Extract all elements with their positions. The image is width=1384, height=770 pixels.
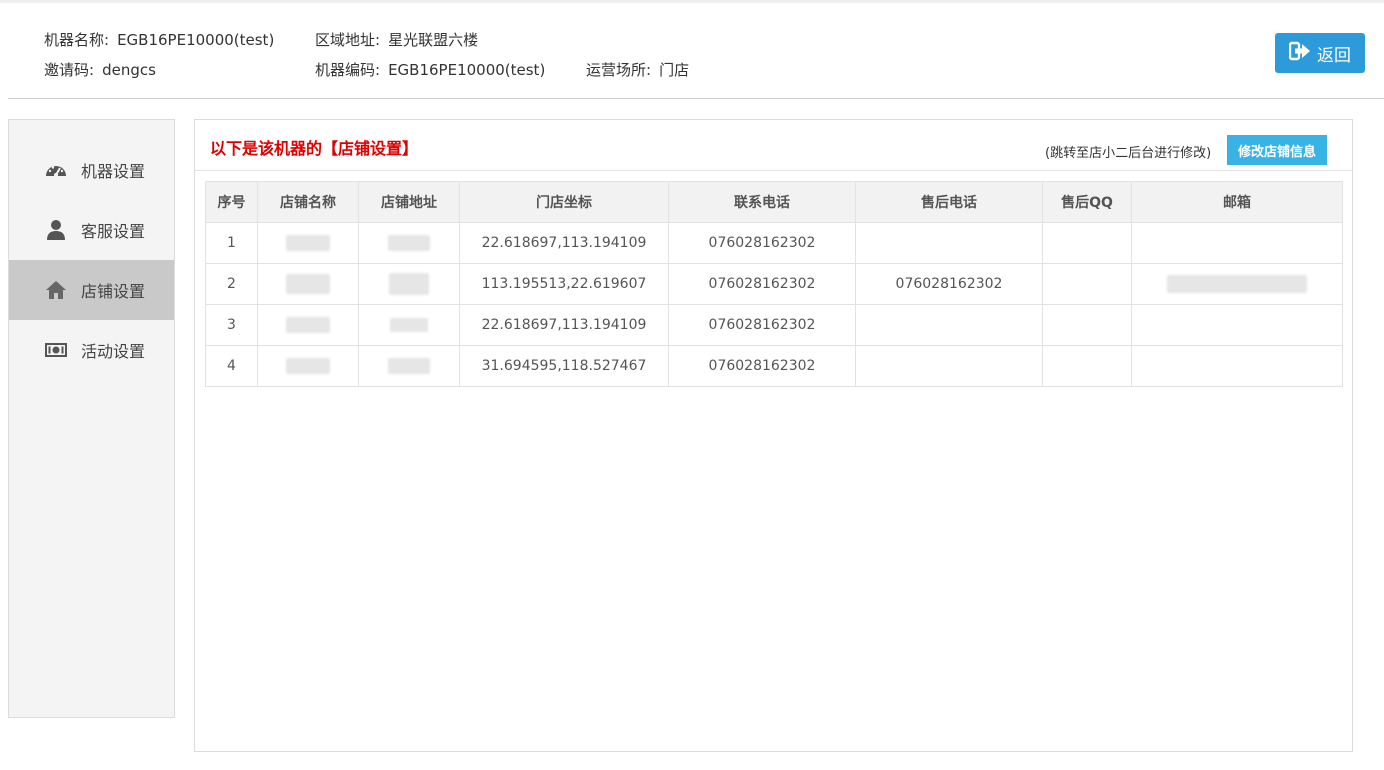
cell-email — [1131, 222, 1343, 264]
invite-label: 邀请码: — [44, 61, 95, 79]
edit-store-info-button[interactable]: 修改店铺信息 — [1227, 135, 1327, 165]
cell-email-redacted — [1131, 263, 1343, 305]
cell-index: 2 — [205, 263, 258, 305]
cell-store-address-redacted — [358, 304, 460, 346]
sign-out-icon — [1288, 41, 1311, 66]
panel-note: (跳转至店小二后台进行修改) — [1045, 146, 1212, 161]
cell-index: 1 — [205, 222, 258, 264]
region-info: 区域地址: 星光联盟六楼 — [315, 29, 478, 50]
cell-index: 4 — [205, 345, 258, 387]
header-divider — [8, 98, 1384, 99]
machine-name-info: 机器名称: EGB16PE10000(test) — [44, 29, 274, 50]
cell-store-address-redacted — [358, 263, 460, 305]
sidebar-item-machine-settings[interactable]: 机器设置 — [9, 140, 174, 200]
sidebar-item-activity-settings[interactable]: 活动设置 — [9, 320, 174, 380]
cell-after-sales-qq — [1042, 345, 1132, 387]
user-icon — [45, 219, 67, 241]
sidebar-item-customer-service[interactable]: 客服设置 — [9, 200, 174, 260]
cell-after-sales-qq — [1042, 263, 1132, 305]
panel-title: 以下是该机器的【店铺设置】 — [210, 139, 419, 158]
cell-after-sales-phone — [855, 304, 1043, 346]
top-strip — [0, 0, 1384, 3]
dashboard-icon — [45, 159, 67, 181]
money-icon — [45, 339, 67, 361]
cell-store-address-redacted — [358, 345, 460, 387]
cell-after-sales-qq — [1042, 304, 1132, 346]
cell-after-sales-qq — [1042, 222, 1132, 264]
store-table: 序号 店铺名称 店铺地址 门店坐标 联系电话 售后电话 售后QQ 邮箱 1 22… — [205, 181, 1343, 387]
cell-store-name-redacted — [257, 263, 359, 305]
machine-name-label: 机器名称: — [44, 31, 110, 49]
machine-code-value: EGB16PE10000(test) — [388, 61, 546, 79]
cell-coordinates: 22.618697,113.194109 — [459, 222, 669, 264]
machine-code-info: 机器编码: EGB16PE10000(test) — [315, 59, 545, 80]
invite-value: dengcs — [102, 61, 156, 79]
back-button[interactable]: 返回 — [1275, 33, 1365, 73]
invite-info: 邀请码: dengcs — [44, 59, 156, 80]
col-header-phone: 联系电话 — [668, 181, 856, 223]
machine-code-label: 机器编码: — [315, 61, 381, 79]
cell-phone: 076028162302 — [668, 263, 856, 305]
cell-store-name-redacted — [257, 304, 359, 346]
sidebar-item-label: 客服设置 — [81, 222, 146, 241]
sidebar-item-label: 活动设置 — [81, 342, 146, 361]
cell-coordinates: 31.694595,118.527467 — [459, 345, 669, 387]
machine-name-value: EGB16PE10000(test) — [117, 31, 275, 49]
cell-email — [1131, 304, 1343, 346]
col-header-store-name: 店铺名称 — [257, 181, 359, 223]
table-header-row: 序号 店铺名称 店铺地址 门店坐标 联系电话 售后电话 售后QQ 邮箱 — [205, 181, 1343, 223]
panel-divider — [195, 170, 1352, 171]
sidebar-item-label: 机器设置 — [81, 162, 146, 181]
venue-value: 门店 — [659, 61, 690, 79]
col-header-after-sales-qq: 售后QQ — [1042, 181, 1132, 223]
region-label: 区域地址: — [315, 31, 381, 49]
cell-index: 3 — [205, 304, 258, 346]
table-row: 1 22.618697,113.194109 076028162302 — [205, 222, 1343, 264]
col-header-store-address: 店铺地址 — [358, 181, 460, 223]
col-header-after-sales-phone: 售后电话 — [855, 181, 1043, 223]
cell-phone: 076028162302 — [668, 222, 856, 264]
cell-email — [1131, 345, 1343, 387]
region-value: 星光联盟六楼 — [388, 31, 479, 49]
cell-coordinates: 113.195513,22.619607 — [459, 263, 669, 305]
cell-store-name-redacted — [257, 345, 359, 387]
back-label: 返回 — [1317, 45, 1351, 66]
col-header-index: 序号 — [205, 181, 258, 223]
cell-store-address-redacted — [358, 222, 460, 264]
cell-store-name-redacted — [257, 222, 359, 264]
table-row: 4 31.694595,118.527467 076028162302 — [205, 345, 1343, 387]
sidebar-item-label: 店铺设置 — [81, 282, 146, 301]
col-header-coordinates: 门店坐标 — [459, 181, 669, 223]
venue-label: 运营场所: — [586, 61, 652, 79]
table-row: 2 113.195513,22.619607 076028162302 0760… — [205, 263, 1343, 305]
cell-phone: 076028162302 — [668, 345, 856, 387]
table-row: 3 22.618697,113.194109 076028162302 — [205, 304, 1343, 346]
cell-coordinates: 22.618697,113.194109 — [459, 304, 669, 346]
venue-info: 运营场所: 门店 — [586, 59, 689, 80]
cell-after-sales-phone — [855, 222, 1043, 264]
home-icon — [45, 279, 67, 301]
cell-after-sales-phone — [855, 345, 1043, 387]
cell-after-sales-phone: 076028162302 — [855, 263, 1043, 305]
col-header-email: 邮箱 — [1131, 181, 1343, 223]
cell-phone: 076028162302 — [668, 304, 856, 346]
sidebar: 机器设置 客服设置 店铺设置 活动设置 — [8, 119, 175, 718]
store-settings-panel: 以下是该机器的【店铺设置】 (跳转至店小二后台进行修改) 修改店铺信息 序号 店… — [194, 119, 1353, 752]
sidebar-item-store-settings[interactable]: 店铺设置 — [9, 260, 174, 320]
